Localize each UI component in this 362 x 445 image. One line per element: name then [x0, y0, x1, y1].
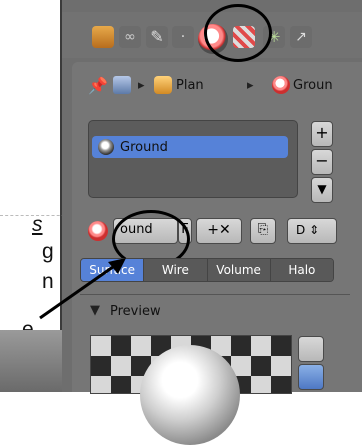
annotation-arrow [39, 258, 126, 320]
